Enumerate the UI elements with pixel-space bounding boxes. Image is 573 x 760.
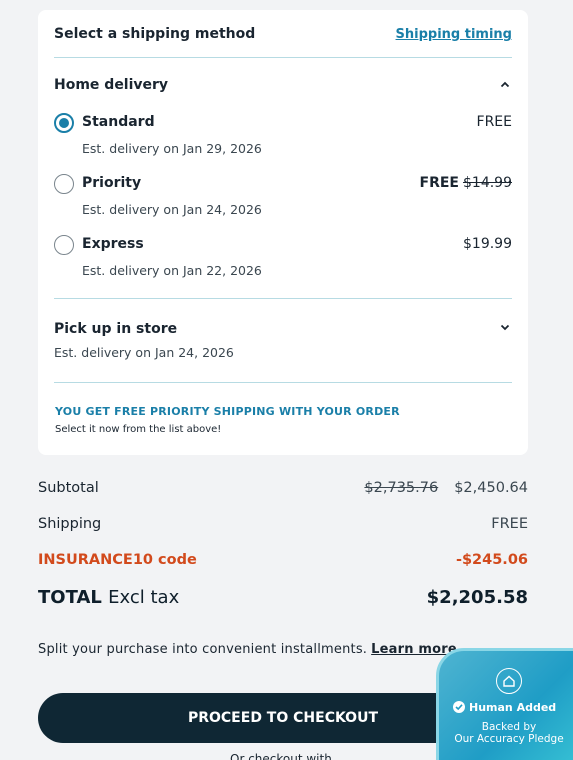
installments-note: Split your purchase into convenient inst… bbox=[38, 642, 457, 657]
total-row: TOTAL Excl tax $2,205.58 bbox=[38, 587, 528, 613]
promo-code-row: INSURANCE10 code -$245.06 bbox=[38, 552, 528, 574]
subtotal-original: $2,735.76 bbox=[364, 480, 439, 496]
promo-code-value: -$245.06 bbox=[455, 552, 528, 568]
free-shipping-promo-sub: Select it now from the list above! bbox=[55, 424, 222, 435]
check-icon bbox=[453, 701, 465, 713]
option-original-price: $14.99 bbox=[463, 175, 512, 191]
badge-title: Human Added bbox=[453, 701, 556, 714]
option-price: FREE bbox=[476, 114, 512, 130]
chevron-down-icon[interactable] bbox=[500, 322, 510, 332]
subtotal-row: Subtotal $2,735.76 $2,450.64 bbox=[38, 480, 528, 502]
subtotal-amount: $2,450.64 bbox=[454, 480, 528, 496]
shipping-label: Shipping bbox=[38, 516, 102, 532]
free-shipping-promo-headline: YOU GET FREE PRIORITY SHIPPING WITH YOUR… bbox=[55, 405, 400, 418]
shipping-method-card: Select a shipping method Shipping timing… bbox=[38, 10, 528, 455]
pickup-est-delivery: Est. delivery on Jan 24, 2026 bbox=[54, 345, 234, 360]
shipping-timing-link[interactable]: Shipping timing bbox=[396, 27, 512, 42]
promo-code-label: INSURANCE10 code bbox=[38, 552, 197, 568]
divider bbox=[54, 382, 512, 383]
option-price: $19.99 bbox=[463, 236, 512, 252]
shipping-option-priority[interactable]: Priority Est. delivery on Jan 24, 2026 F… bbox=[54, 174, 512, 224]
radio-standard[interactable] bbox=[54, 113, 74, 133]
total-value: $2,205.58 bbox=[426, 587, 528, 608]
house-icon bbox=[496, 668, 522, 694]
radio-express[interactable] bbox=[54, 235, 74, 255]
shipping-option-express[interactable]: Express Est. delivery on Jan 22, 2026 $1… bbox=[54, 235, 512, 285]
option-name: Express bbox=[82, 236, 144, 252]
accuracy-pledge-badge[interactable]: Human Added Backed by Our Accuracy Pledg… bbox=[436, 648, 573, 760]
badge-title-text: Human Added bbox=[469, 701, 557, 714]
option-name: Standard bbox=[82, 114, 155, 130]
or-checkout-with-text: Or checkout with bbox=[230, 752, 332, 760]
option-name: Priority bbox=[82, 175, 142, 191]
option-est-delivery: Est. delivery on Jan 29, 2026 bbox=[82, 141, 262, 156]
shipping-value: FREE bbox=[491, 516, 528, 532]
total-label: TOTAL Excl tax bbox=[38, 587, 179, 608]
divider bbox=[54, 298, 512, 299]
chevron-up-icon[interactable] bbox=[500, 80, 510, 90]
total-label-text: TOTAL bbox=[38, 587, 102, 608]
card-header: Select a shipping method Shipping timing bbox=[54, 10, 512, 58]
option-est-delivery: Est. delivery on Jan 24, 2026 bbox=[82, 202, 262, 217]
shipping-option-standard[interactable]: Standard Est. delivery on Jan 29, 2026 F… bbox=[54, 113, 512, 163]
option-price-free: FREE bbox=[419, 175, 459, 191]
subtotal-label: Subtotal bbox=[38, 480, 99, 496]
option-price: FREE $14.99 bbox=[420, 175, 512, 191]
badge-backed-by: Backed by bbox=[481, 721, 537, 733]
installments-text: Split your purchase into convenient inst… bbox=[38, 642, 368, 657]
pickup-in-store-title[interactable]: Pick up in store bbox=[54, 321, 177, 337]
total-qualifier: Excl tax bbox=[108, 587, 180, 608]
subtotal-value: $2,735.76 $2,450.64 bbox=[364, 480, 528, 496]
option-est-delivery: Est. delivery on Jan 22, 2026 bbox=[82, 263, 262, 278]
shipping-row: Shipping FREE bbox=[38, 516, 528, 538]
badge-pledge: Our Accuracy Pledge bbox=[454, 733, 564, 745]
shipping-method-title: Select a shipping method bbox=[54, 26, 256, 42]
radio-priority[interactable] bbox=[54, 174, 74, 194]
home-delivery-title[interactable]: Home delivery bbox=[54, 77, 168, 93]
